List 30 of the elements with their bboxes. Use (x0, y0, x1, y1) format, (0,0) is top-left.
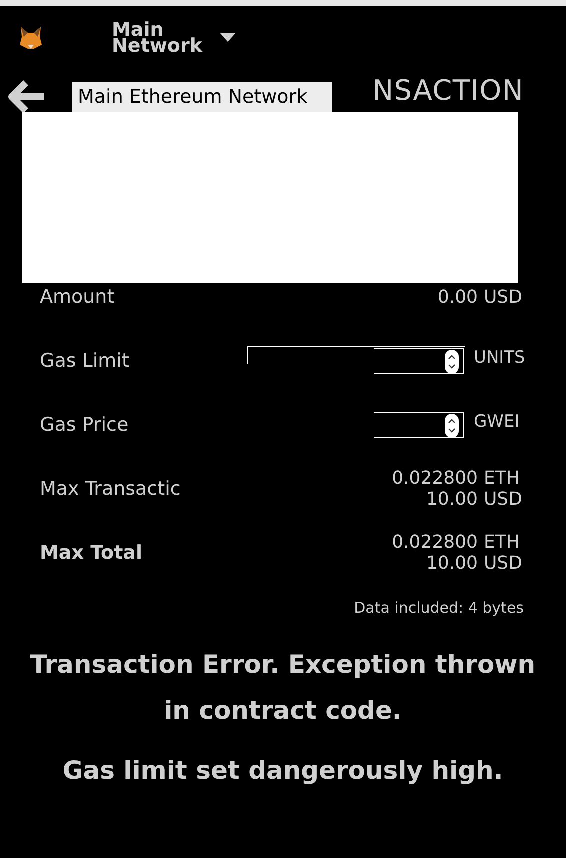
network-name[interactable]: Main Network (112, 22, 212, 54)
currency-unit: ETH (484, 532, 521, 553)
spinner-icon[interactable] (445, 414, 459, 438)
currency-unit: ETH (484, 468, 521, 489)
currency-unit: USD (484, 553, 524, 574)
number-input-field[interactable] (374, 348, 464, 374)
data-size-note: Data included: 4 bytes (354, 598, 524, 619)
amount-value: 0.022800 (392, 468, 478, 489)
spinner-icon[interactable] (445, 350, 459, 374)
page-title: NSACTION (372, 76, 524, 106)
fox-logo-icon (18, 25, 44, 51)
currency-unit: USD (484, 286, 524, 308)
unit-label: GWEI (474, 411, 521, 434)
caret-icon[interactable] (220, 33, 236, 43)
tooltip: Main Ethereum Network (72, 82, 332, 112)
error-message: Gas limit set dangerously high. (62, 754, 504, 786)
error-message: Transaction Error. Exception thrown in contract code. (29, 648, 537, 726)
field-label: Gas Price (40, 412, 130, 438)
field-label: Max Transactic (40, 476, 182, 502)
field-label: Amount (40, 284, 116, 310)
amount-value: 0.00 (438, 286, 478, 308)
amount-value: 0.022800 (392, 532, 478, 553)
currency-unit: USD (484, 489, 524, 510)
back-arrow-icon[interactable] (8, 80, 46, 114)
unit-label: UNITS (474, 347, 524, 370)
amount-value: 10.00 (426, 553, 478, 574)
field-label: Max Total (40, 540, 144, 566)
amount-value: 10.00 (426, 489, 478, 510)
number-input-field[interactable] (374, 412, 464, 438)
field-label: Gas Limit (40, 348, 130, 374)
